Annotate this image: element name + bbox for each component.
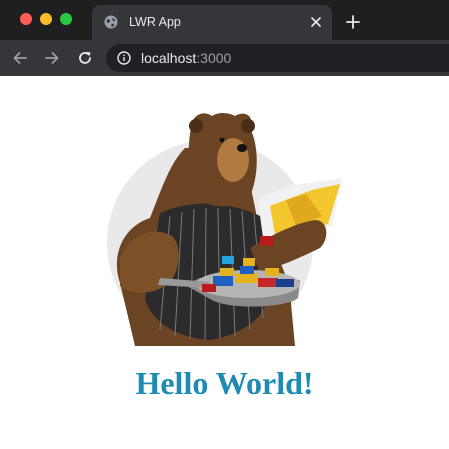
bear-reading-recipe-book-icon xyxy=(107,113,342,346)
tab-lwr-app[interactable]: LWR App xyxy=(92,5,332,40)
maximize-window-button[interactable] xyxy=(60,13,72,25)
tab-strip: LWR App xyxy=(0,0,449,40)
url-text[interactable]: localhost:3000 xyxy=(141,50,231,66)
tab-title: LWR App xyxy=(129,15,181,29)
minimize-window-button[interactable] xyxy=(40,13,52,25)
globe-icon xyxy=(104,15,118,29)
browser-toolbar: localhost:3000 xyxy=(0,40,449,76)
address-bar[interactable]: localhost:3000 xyxy=(106,44,449,72)
url-host: localhost xyxy=(141,50,197,66)
arrow-left-icon[interactable] xyxy=(12,50,28,66)
info-icon[interactable] xyxy=(117,51,131,65)
browser-window: LWR App localhost:3000 Hello World! xyxy=(0,0,449,449)
close-icon[interactable] xyxy=(310,16,322,28)
reload-icon[interactable] xyxy=(77,50,93,66)
page-heading: Hello World! xyxy=(135,365,314,401)
arrow-right-icon[interactable] xyxy=(44,50,60,66)
close-window-button[interactable] xyxy=(20,13,32,25)
url-port: :3000 xyxy=(196,50,232,66)
page-content: Hello World! xyxy=(0,76,449,449)
new-tab-plus-icon[interactable] xyxy=(346,15,360,29)
